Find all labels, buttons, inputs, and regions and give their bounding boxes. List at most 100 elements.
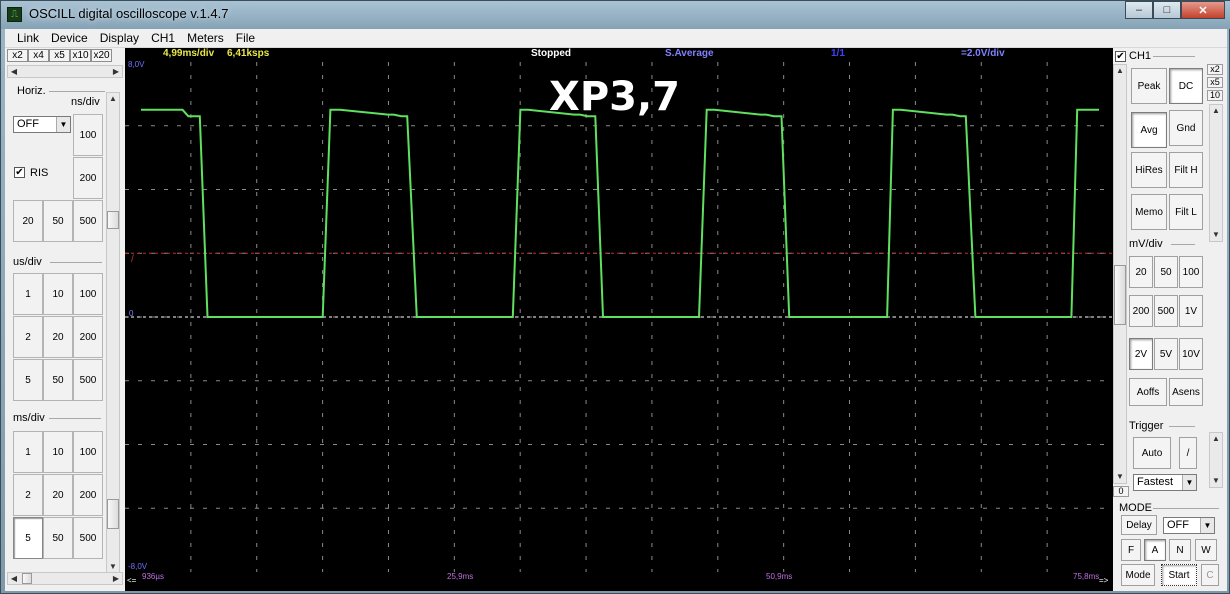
mode-f-button[interactable]: F — [1121, 539, 1141, 561]
scroll-down-icon[interactable]: ▼ — [1210, 475, 1222, 487]
mv-50-button[interactable]: 50 — [1154, 256, 1178, 288]
ch1-checkbox[interactable]: ✔ — [1115, 51, 1126, 62]
filt-h-button[interactable]: Filt H — [1169, 152, 1203, 188]
ms-5-button[interactable]: 5 — [13, 517, 43, 559]
us-10-button[interactable]: 10 — [43, 273, 73, 315]
asens-button[interactable]: Asens — [1169, 378, 1203, 406]
v-5-button[interactable]: 5V — [1154, 338, 1178, 370]
trigger-marker[interactable]: / — [131, 254, 134, 265]
scroll-up-icon[interactable]: ▲ — [1210, 105, 1222, 117]
chevron-down-icon[interactable]: ▼ — [56, 117, 70, 132]
timebase-thumb-2[interactable] — [107, 499, 119, 529]
ms-500-button[interactable]: 500 — [73, 517, 103, 559]
horiz-mode-select[interactable]: OFF ▼ — [13, 116, 71, 133]
mv-500-button[interactable]: 500 — [1154, 295, 1178, 327]
dc-button[interactable]: DC — [1169, 68, 1203, 104]
ms-2-button[interactable]: 2 — [13, 474, 43, 516]
ms-10-button[interactable]: 10 — [43, 431, 73, 473]
bottom-left-scrollbar[interactable]: ◀ ▶ — [7, 572, 123, 585]
minimize-button[interactable]: – — [1125, 1, 1153, 19]
scroll-down-icon[interactable]: ▼ — [1114, 471, 1126, 483]
chevron-down-icon[interactable]: ▼ — [1200, 518, 1214, 533]
zoom-scrollbar[interactable]: ◀ ▶ — [7, 65, 123, 78]
ch1-scroll-thumb[interactable] — [1114, 265, 1126, 325]
us-50-button[interactable]: 50 — [43, 359, 73, 401]
start-button[interactable]: Start — [1161, 564, 1197, 586]
scroll-right-icon[interactable]: ▶ — [110, 573, 122, 584]
scroll-left-arrow[interactable]: <= — [127, 576, 136, 585]
zoom-x10-button[interactable]: x10 — [70, 49, 91, 62]
x2-button[interactable]: x2 — [1207, 64, 1223, 75]
zoom-x5-button[interactable]: x5 — [49, 49, 70, 62]
menu-file[interactable]: File — [230, 31, 261, 45]
maximize-button[interactable]: □ — [1153, 1, 1181, 19]
timebase-thumb-1[interactable] — [107, 211, 119, 229]
scroll-thumb[interactable] — [22, 573, 32, 584]
scroll-left-icon[interactable]: ◀ — [8, 573, 20, 584]
hires-button[interactable]: HiRes — [1131, 152, 1167, 188]
ns-200-button[interactable]: 200 — [73, 157, 103, 199]
mv-100-button[interactable]: 100 — [1179, 256, 1203, 288]
ns-500-button[interactable]: 500 — [73, 200, 103, 242]
gain-scrollbar[interactable]: ▲ ▼ — [1209, 104, 1223, 242]
c-button[interactable]: C — [1201, 564, 1219, 586]
mv-200-button[interactable]: 200 — [1129, 295, 1153, 327]
mode-a-button[interactable]: A — [1144, 539, 1166, 561]
scroll-up-icon[interactable]: ▲ — [1114, 65, 1126, 77]
menu-meters[interactable]: Meters — [181, 31, 230, 45]
zoom-x20-button[interactable]: x20 — [91, 49, 112, 62]
v-1-button[interactable]: 1V — [1179, 295, 1203, 327]
scroll-up-icon[interactable]: ▲ — [107, 93, 119, 105]
ch1-scrollbar[interactable]: ▲ ▼ — [1113, 64, 1127, 484]
oscilloscope-screen[interactable]: 4,99ms/div 6,41ksps Stopped S.Average 1/… — [125, 48, 1113, 591]
mode-button[interactable]: Mode — [1121, 564, 1155, 586]
us-20-button[interactable]: 20 — [43, 316, 73, 358]
menu-ch1[interactable]: CH1 — [145, 31, 181, 45]
peak-button[interactable]: Peak — [1131, 68, 1167, 104]
title-bar[interactable]: ⎍ OSCILL digital oscilloscope v.1.4.7 – … — [1, 1, 1230, 29]
memo-button[interactable]: Memo — [1131, 194, 1167, 230]
ms-1-button[interactable]: 1 — [13, 431, 43, 473]
ns-100-button[interactable]: 100 — [73, 114, 103, 156]
ms-20-button[interactable]: 20 — [43, 474, 73, 516]
trigger-scrollbar[interactable]: ▲ ▼ — [1209, 432, 1223, 488]
delay-button[interactable]: Delay — [1121, 515, 1157, 535]
timebase-scrollbar[interactable]: ▲ ▼ — [106, 92, 120, 574]
mode-n-button[interactable]: N — [1169, 539, 1191, 561]
us-5-button[interactable]: 5 — [13, 359, 43, 401]
trigger-speed-select[interactable]: Fastest ▼ — [1133, 474, 1197, 491]
ms-200-button[interactable]: 200 — [73, 474, 103, 516]
menu-device[interactable]: Device — [45, 31, 94, 45]
us-1-button[interactable]: 1 — [13, 273, 43, 315]
scroll-left-icon[interactable]: ◀ — [8, 66, 20, 77]
us-2-button[interactable]: 2 — [13, 316, 43, 358]
ns-20-button[interactable]: 20 — [13, 200, 43, 242]
filt-l-button[interactable]: Filt L — [1169, 194, 1203, 230]
menu-display[interactable]: Display — [94, 31, 145, 45]
v-10-button[interactable]: 10V — [1179, 338, 1203, 370]
scroll-right-arrow[interactable]: => — [1099, 576, 1108, 585]
ns-50-button[interactable]: 50 — [43, 200, 73, 242]
x10-button[interactable]: 10 — [1207, 90, 1223, 101]
avg-button[interactable]: Avg — [1131, 112, 1167, 148]
mode-w-button[interactable]: W — [1195, 539, 1217, 561]
gnd-button[interactable]: Gnd — [1169, 110, 1203, 146]
v-2-button[interactable]: 2V — [1129, 338, 1153, 370]
ms-50-button[interactable]: 50 — [43, 517, 73, 559]
trigger-slope-button[interactable]: / — [1179, 437, 1197, 469]
close-button[interactable]: ✕ — [1181, 1, 1225, 19]
us-200-button[interactable]: 200 — [73, 316, 103, 358]
ms-100-button[interactable]: 100 — [73, 431, 103, 473]
chevron-down-icon[interactable]: ▼ — [1182, 475, 1196, 490]
scroll-right-icon[interactable]: ▶ — [110, 66, 122, 77]
us-100-button[interactable]: 100 — [73, 273, 103, 315]
scroll-up-icon[interactable]: ▲ — [1210, 433, 1222, 445]
ris-checkbox[interactable]: ✔ — [14, 167, 25, 178]
delay-select[interactable]: OFF ▼ — [1163, 517, 1215, 534]
mv-20-button[interactable]: 20 — [1129, 256, 1153, 288]
us-500-button[interactable]: 500 — [73, 359, 103, 401]
x5-button[interactable]: x5 — [1207, 77, 1223, 88]
trigger-auto-button[interactable]: Auto — [1133, 437, 1171, 469]
menu-link[interactable]: Link — [11, 31, 45, 45]
zoom-x2-button[interactable]: x2 — [7, 49, 28, 62]
